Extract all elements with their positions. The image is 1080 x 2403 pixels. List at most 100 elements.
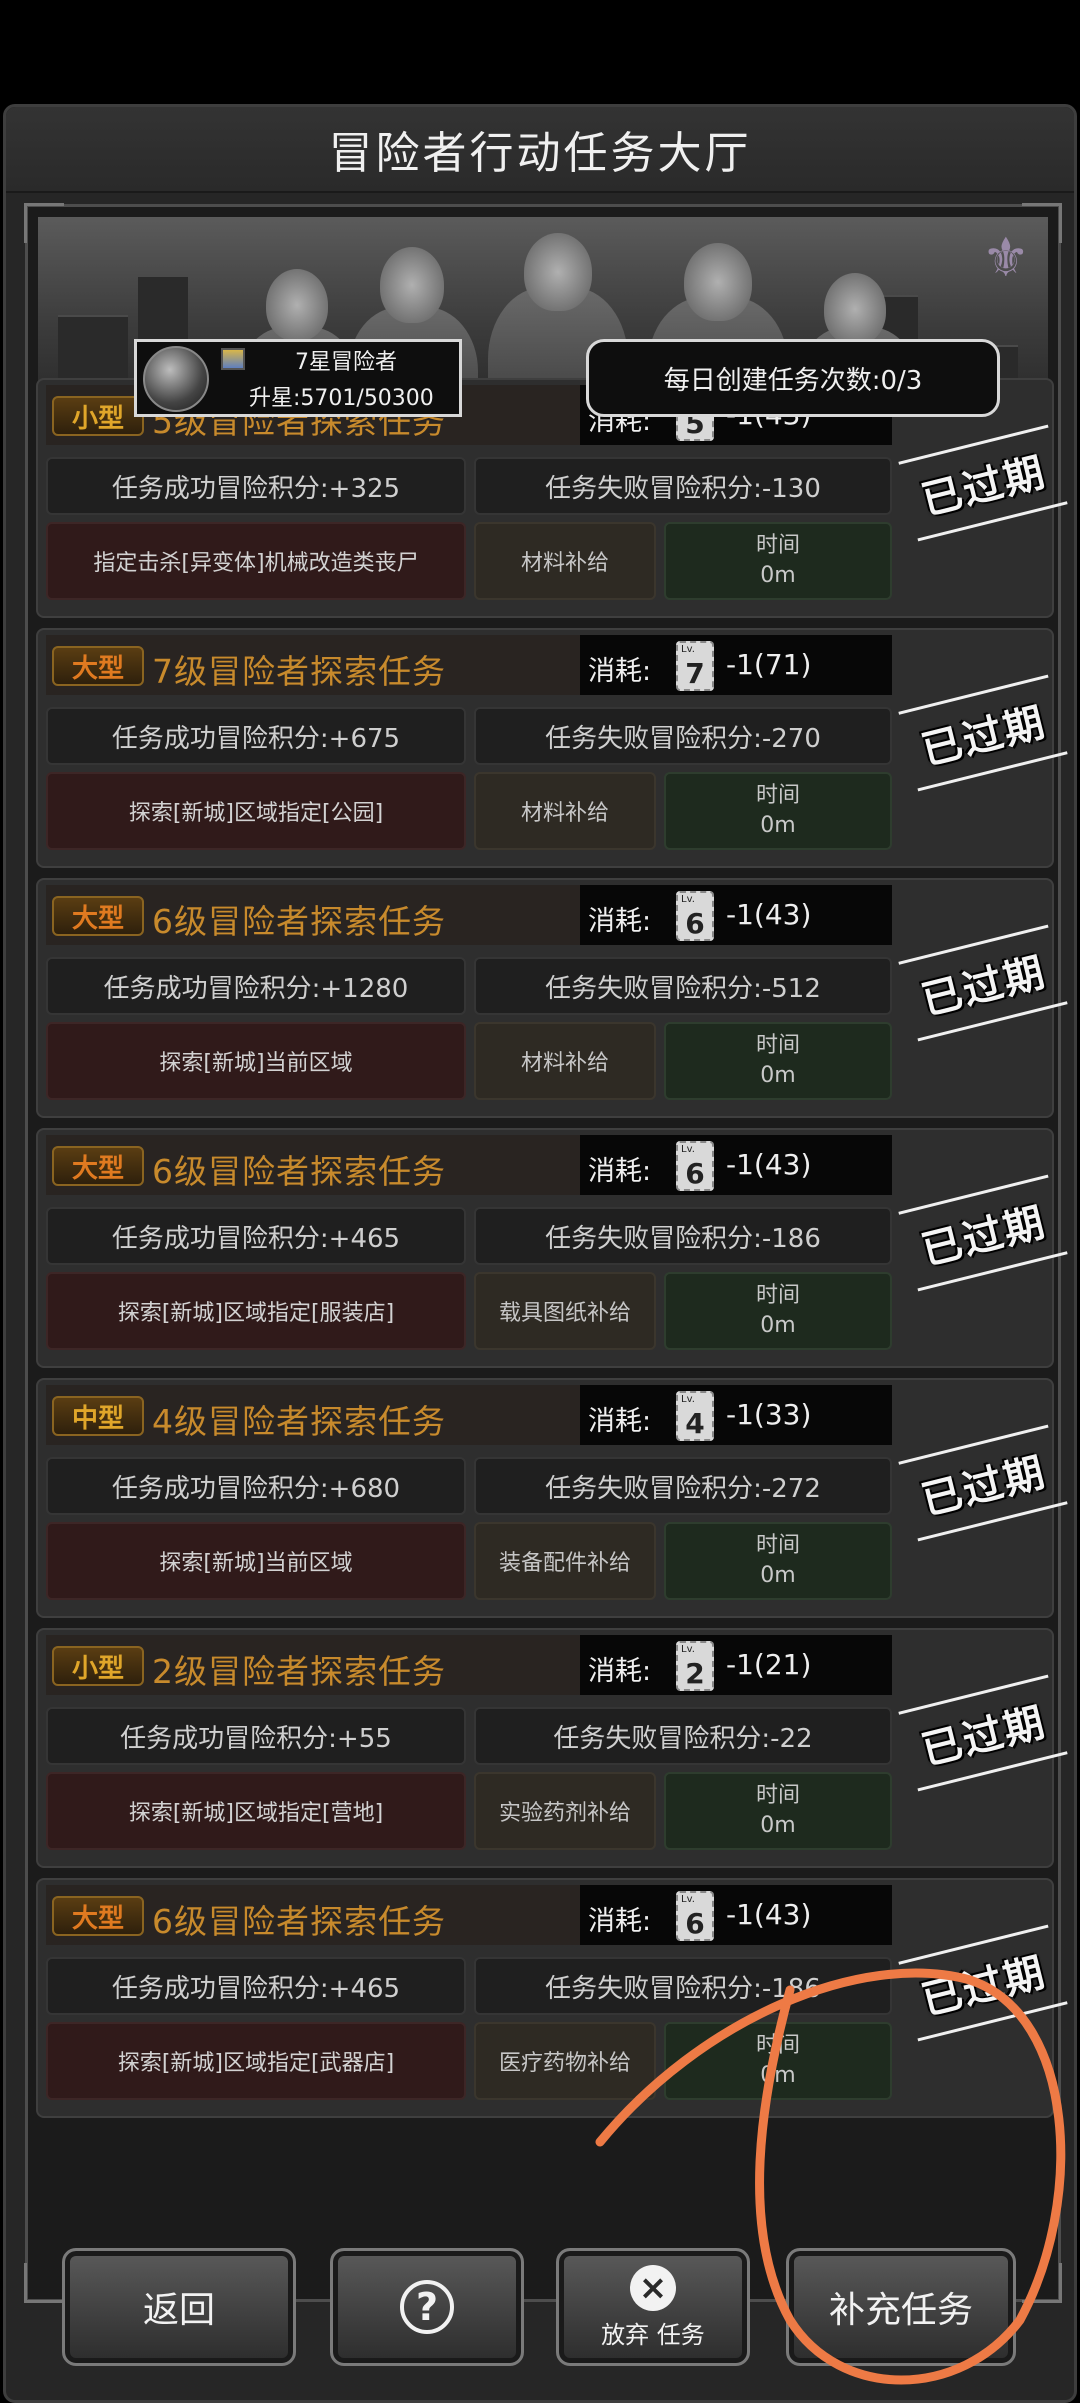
player-rank-card[interactable]: 7星冒险者 升星:5701/50300 [134, 339, 462, 417]
refill-tasks-button[interactable]: 补充任务 [786, 2248, 1016, 2366]
adventurer-figure [380, 247, 444, 323]
task-name: 4级冒险者探索任务 [152, 1402, 446, 1441]
daily-task-limit: 每日创建任务次数:0/3 [586, 339, 1000, 417]
task-fail-points: 任务失败冒险积分:-186 [474, 1207, 892, 1265]
task-time-value: 0m [760, 1313, 796, 1338]
task-card[interactable]: 大型 6级冒险者探索任务 消耗: Lv. 6 -1(43) 任务成功冒险积分:+4… [36, 1128, 1054, 1368]
task-time-label: 时间 [755, 1283, 800, 1308]
task-fail-points: 任务失败冒险积分:-272 [474, 1457, 892, 1515]
task-time-value: 0m [760, 1563, 796, 1588]
expired-stamp-label: 已过期 [917, 1949, 1051, 2025]
task-level: 7 [685, 657, 705, 690]
task-header: 小型 2级冒险者探索任务 [46, 1635, 580, 1695]
expired-stamp: 已过期 [911, 1933, 1054, 2032]
level-card-icon: Lv. 6 [676, 1891, 714, 1941]
expired-stamp-label: 已过期 [917, 1199, 1051, 1275]
task-header: 中型 4级冒险者探索任务 [46, 1385, 580, 1445]
task-reward: 载具图纸补给 [474, 1272, 656, 1350]
task-time-value: 0m [760, 563, 796, 588]
task-time-label: 时间 [755, 1033, 800, 1058]
task-name: 6级冒险者探索任务 [152, 902, 446, 941]
adventurer-figure [524, 233, 592, 311]
task-level: 4 [685, 1407, 705, 1440]
task-time: 时间 0m [664, 772, 892, 850]
task-header: 大型 6级冒险者探索任务 [46, 1135, 580, 1195]
task-card[interactable]: 大型 6级冒险者探索任务 消耗: Lv. 6 -1(43) 任务成功冒险积分:+1… [36, 878, 1054, 1118]
task-time-label: 时间 [755, 2033, 800, 2058]
adventurer-figure [684, 243, 752, 321]
task-objective: 指定击杀[异变体]机械改造类丧尸 [46, 522, 466, 600]
task-size-badge: 小型 [52, 1646, 144, 1686]
back-button-label: 返回 [142, 2290, 215, 2331]
task-cost-value: -1(43) [726, 1148, 812, 1181]
task-list-frame[interactable]: ⚜ 小型 5级冒险者探索任务 消耗: Lv.5 -1(43) 任务成功冒险积分:… [24, 203, 1062, 2303]
task-reward: 医疗药物补给 [474, 2022, 656, 2100]
task-size-badge: 大型 [52, 896, 144, 936]
task-level: 2 [685, 1657, 705, 1690]
task-time-label: 时间 [755, 533, 800, 558]
refill-tasks-label: 补充任务 [828, 2290, 973, 2331]
task-card[interactable]: 大型 6级冒险者探索任务 消耗: Lv. 6 -1(43) 任务成功冒险积分:+4… [36, 1878, 1054, 2118]
task-reward: 实验药剂补给 [474, 1772, 656, 1850]
expired-stamp: 已过期 [911, 933, 1054, 1032]
task-success-points: 任务成功冒险积分:+1280 [46, 957, 466, 1015]
task-time-value: 0m [760, 1813, 796, 1838]
task-header: 大型 6级冒险者探索任务 [46, 1885, 580, 1945]
back-button[interactable]: 返回 [62, 2248, 296, 2366]
task-size-badge: 中型 [52, 1396, 144, 1436]
rank-progress: 升星:5701/50300 [249, 386, 434, 411]
expired-stamp: 已过期 [911, 683, 1054, 782]
task-objective: 探索[新城]区域指定[服装店] [46, 1272, 466, 1350]
expired-stamp: 已过期 [911, 1183, 1054, 1282]
task-time-value: 0m [760, 1063, 796, 1088]
level-card-icon: Lv. 7 [676, 641, 714, 691]
faction-emblem-icon: ⚜ [981, 226, 1030, 289]
level-card-icon: Lv. 4 [676, 1391, 714, 1441]
task-name: 6级冒险者探索任务 [152, 1152, 446, 1191]
task-time-label: 时间 [755, 1783, 800, 1808]
task-level: 6 [685, 1907, 705, 1940]
level-card-icon: Lv. 6 [676, 891, 714, 941]
task-cost: 消耗: Lv. 6 -1(43) [580, 1885, 892, 1945]
task-cost: 消耗: Lv. 4 -1(33) [580, 1385, 892, 1445]
close-circle-icon: × [630, 2264, 676, 2311]
task-objective: 探索[新城]区域指定[公园] [46, 772, 466, 850]
task-reward: 材料补给 [474, 1022, 656, 1100]
avatar [143, 346, 209, 412]
task-card[interactable]: 小型 2级冒险者探索任务 消耗: Lv. 2 -1(21) 任务成功冒险积分:+5… [36, 1628, 1054, 1868]
task-size-badge: 大型 [52, 1896, 144, 1936]
help-button[interactable]: ? [330, 2248, 524, 2366]
abandon-task-button[interactable]: × 放弃 任务 [556, 2248, 750, 2366]
task-time: 时间 0m [664, 1522, 892, 1600]
task-fail-points: 任务失败冒险积分:-186 [474, 1957, 892, 2015]
task-hall-panel: 冒险者行动任务大厅 ⚜ 小型 5级冒险者探索任务 消耗: 5 任务成功冒险积分:… [3, 104, 1077, 2403]
task-card[interactable]: 中型 4级冒险者探索任务 消耗: Lv. 4 -1(33) 任务成功冒险积分:+6… [36, 1378, 1054, 1618]
task-cost-label: 消耗: [588, 1406, 652, 1437]
task-cost-value: -1(33) [726, 1398, 812, 1431]
expired-stamp-label: 已过期 [917, 1449, 1051, 1525]
task-header: 大型 7级冒险者探索任务 [46, 635, 580, 695]
task-cost-value: -1(71) [726, 648, 812, 681]
level-card-icon: Lv. 2 [676, 1641, 714, 1691]
task-cost-value: -1(43) [726, 898, 812, 931]
task-success-points: 任务成功冒险积分:+680 [46, 1457, 466, 1515]
task-level: 6 [685, 1157, 705, 1190]
task-time-label: 时间 [755, 1533, 800, 1558]
task-objective: 探索[新城]区域指定[武器店] [46, 2022, 466, 2100]
task-name: 6级冒险者探索任务 [152, 1902, 446, 1941]
task-size-badge: 大型 [52, 1146, 144, 1186]
daily-task-limit-text: 每日创建任务次数:0/3 [663, 365, 923, 396]
task-fail-points: 任务失败冒险积分:-270 [474, 707, 892, 765]
task-fail-points: 任务失败冒险积分:-22 [474, 1707, 892, 1765]
task-cost: 消耗: Lv. 6 -1(43) [580, 1135, 892, 1195]
task-cost-label: 消耗: [588, 906, 652, 937]
task-reward: 材料补给 [474, 772, 656, 850]
task-card[interactable]: 大型 7级冒险者探索任务 消耗: Lv. 7 -1(71) 任务成功冒险积分:+6… [36, 628, 1054, 868]
help-question-icon: ? [400, 2280, 454, 2334]
task-cost-label: 消耗: [588, 656, 652, 687]
task-objective: 探索[新城]当前区域 [46, 1522, 466, 1600]
task-time: 时间 0m [664, 2022, 892, 2100]
task-fail-points: 任务失败冒险积分:-512 [474, 957, 892, 1015]
level-card-icon: Lv. 6 [676, 1141, 714, 1191]
task-time-value: 0m [760, 813, 796, 838]
